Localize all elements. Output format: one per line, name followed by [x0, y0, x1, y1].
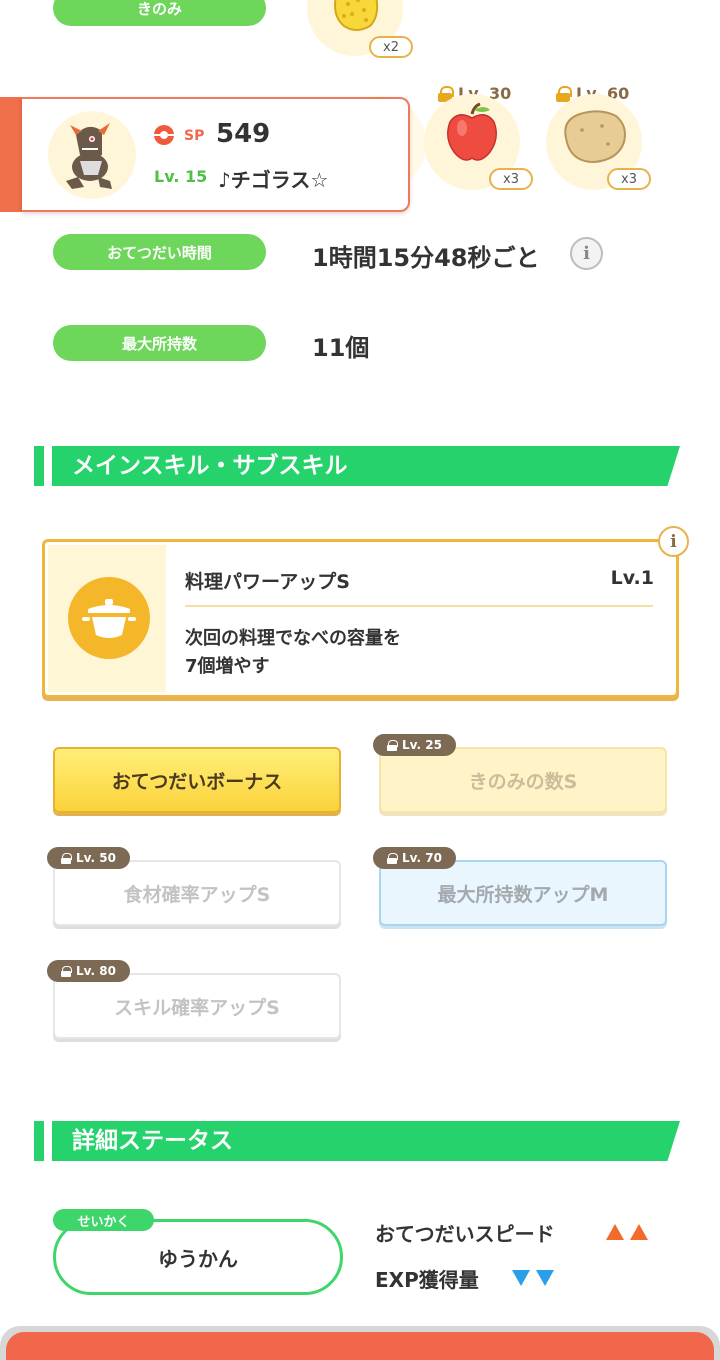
- sub-skill-4-lock: Lv. 70: [373, 847, 456, 869]
- sub-skill-label: スキル確率アップS: [114, 996, 280, 1019]
- info-icon: i: [670, 531, 677, 552]
- section-accent-bar: [34, 1121, 44, 1161]
- main-skill-description-line2: 7個増やす: [185, 656, 270, 677]
- lock-icon: [61, 852, 72, 864]
- max-carry-value: 11個: [312, 334, 370, 362]
- down-arrows-icon: [512, 1270, 554, 1286]
- main-skill-card[interactable]: 料理パワーアップS Lv.1 次回の料理でなべの容量を 7個増やす: [42, 539, 679, 698]
- sp-value: 549: [216, 119, 271, 149]
- main-skill-description-line1: 次回の料理でなべの容量を: [185, 628, 401, 649]
- main-skill-info-button[interactable]: i: [658, 526, 689, 557]
- berry-label: きのみ: [53, 0, 266, 26]
- lock-icon: [387, 852, 398, 864]
- potato-icon: [564, 110, 626, 164]
- nature-value: ゆうかん: [158, 1246, 238, 1271]
- bottom-action-bar-fill: [6, 1332, 714, 1360]
- sub-skill-5-lock: Lv. 80: [47, 960, 130, 982]
- sub-skill-label: おてつだいボーナス: [111, 770, 283, 793]
- main-skill-divider: [185, 605, 653, 607]
- pokemon-name: ♪チゴラス☆: [218, 168, 329, 192]
- sub-skill-label: 食材確率アップS: [123, 883, 271, 906]
- up-arrows-icon: [606, 1224, 648, 1240]
- pokemon-card-tab: [0, 97, 24, 212]
- sub-skill-5-button[interactable]: スキル確率アップS: [53, 973, 341, 1039]
- sub-skill-4-button[interactable]: 最大所持数アップM: [379, 860, 667, 926]
- berry-icon: [334, 0, 379, 31]
- lock-icon: [387, 739, 398, 751]
- sub-skill-2-lock: Lv. 25: [373, 734, 456, 756]
- sub-skill-lock-level: Lv. 25: [402, 738, 442, 752]
- details-section-header: 詳細ステータス: [34, 1121, 680, 1161]
- main-skill-level: Lv.1: [610, 567, 654, 589]
- help-time-value: 1時間15分48秒ごと: [312, 244, 540, 272]
- max-carry-label: 最大所持数: [53, 325, 266, 361]
- pot-icon: [68, 577, 150, 659]
- info-icon: i: [583, 243, 590, 264]
- sub-skill-3-lock: Lv. 50: [47, 847, 130, 869]
- sub-skill-label: きのみの数S: [468, 770, 578, 793]
- pokemon-level: Lv. 15: [154, 167, 208, 186]
- pokemon-card[interactable]: SP 549 Lv. 15 ♪チゴラス☆: [22, 97, 410, 212]
- main-skill-icon-panel: [48, 545, 166, 692]
- sub-skill-3-button[interactable]: 食材確率アップS: [53, 860, 341, 926]
- sub-skill-lock-level: Lv. 70: [402, 851, 442, 865]
- sub-skill-lock-level: Lv. 50: [76, 851, 116, 865]
- skills-section-title: メインスキル・サブスキル: [72, 453, 348, 479]
- sub-skill-2-button[interactable]: きのみの数S: [379, 747, 667, 813]
- berry-qty-badge: x2: [369, 36, 413, 58]
- main-skill-name: 料理パワーアップS: [185, 571, 350, 593]
- nature-up-stat: おてつだいスピード: [375, 1222, 555, 1246]
- sub-skill-1-button[interactable]: おてつだいボーナス: [53, 747, 341, 813]
- pokemon-sprite-icon: [66, 123, 112, 189]
- ingredient-qty-2: x3: [607, 168, 651, 190]
- ingredient-qty-1: x3: [489, 168, 533, 190]
- skills-section-header: メインスキル・サブスキル: [34, 446, 680, 486]
- help-time-label: おてつだい時間: [53, 234, 266, 270]
- sp-label: SP: [184, 128, 205, 144]
- bottom-action-bar[interactable]: [0, 1326, 720, 1360]
- pokeball-icon: [154, 125, 174, 145]
- apple-icon: [447, 102, 497, 161]
- sub-skill-lock-level: Lv. 80: [76, 964, 116, 978]
- sub-skill-label: 最大所持数アップM: [437, 883, 609, 906]
- section-accent-bar: [34, 446, 44, 486]
- nature-down-stat: EXP獲得量: [375, 1268, 479, 1292]
- nature-tag: せいかく: [53, 1209, 154, 1231]
- details-section-title: 詳細ステータス: [72, 1128, 233, 1154]
- help-time-info-button[interactable]: i: [570, 237, 603, 270]
- lock-icon: [61, 965, 72, 977]
- lock-icon: [556, 85, 572, 102]
